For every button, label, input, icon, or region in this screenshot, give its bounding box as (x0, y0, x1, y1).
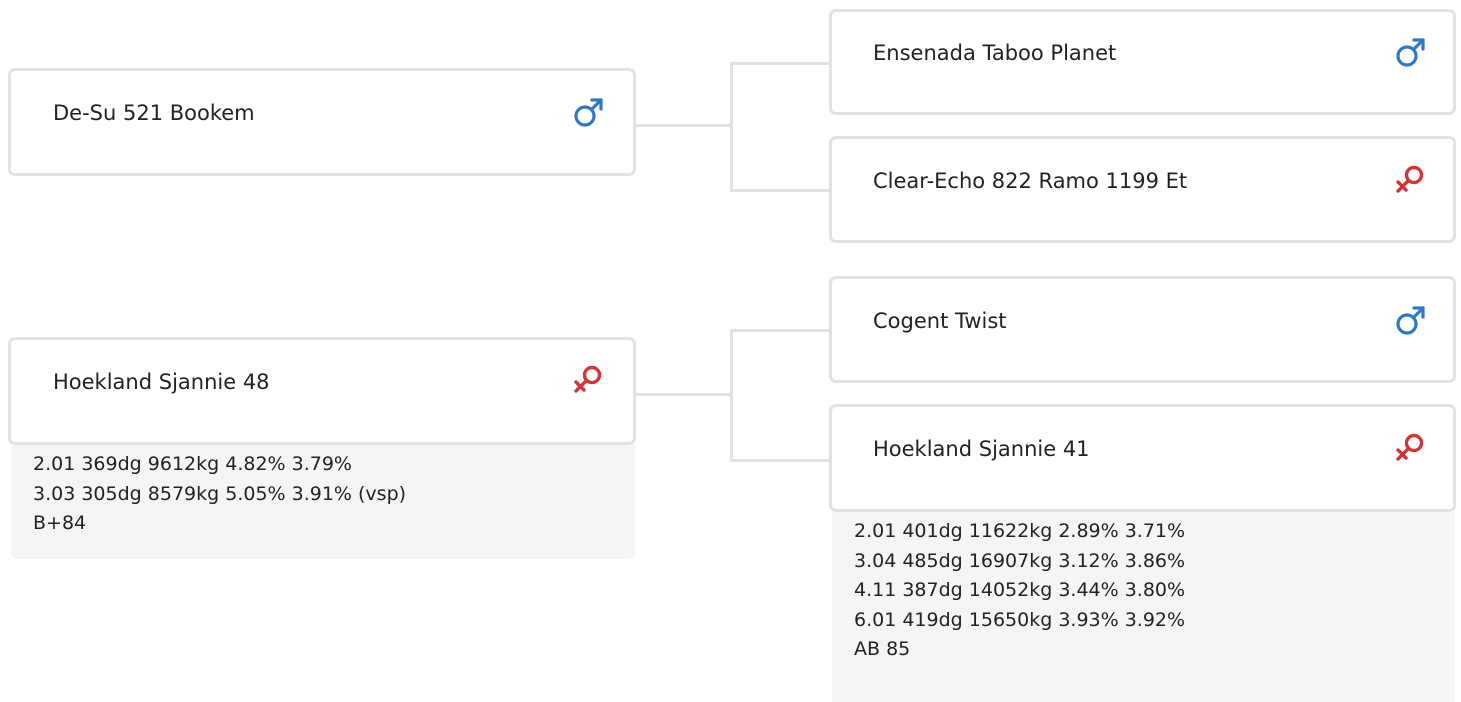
record-line: 2.01 369dg 9612kg 4.82% 3.79% (33, 453, 352, 475)
record-line: 6.01 419dg 15650kg 3.93% 3.92% (854, 608, 1186, 631)
male-symbol-icon (1393, 34, 1429, 70)
record-line: 2.01 401dg 11622kg 2.89% 3.71% (854, 520, 1186, 542)
pedigree-card-sire[interactable]: De-Su 521 Bookem (8, 68, 636, 176)
dam-production-records: 2.01 369dg 9612kg 4.82% 3.79% 3.03 305dg… (11, 445, 635, 559)
pedigree-card-maternal-granddam[interactable]: Hoekland Sjannie 41 (829, 404, 1456, 512)
animal-name: Ensenada Taboo Planet (873, 41, 1117, 65)
record-line: B+84 (33, 512, 87, 534)
connector-dam-vertical (730, 329, 733, 462)
female-symbol-icon (571, 362, 607, 398)
record-line: 3.04 485dg 16907kg 3.12% 3.86% (854, 549, 1186, 572)
record-line: 3.03 305dg 8579kg 5.05% 3.91% (vsp) (33, 482, 407, 505)
connector-sire-vertical (730, 62, 733, 192)
male-symbol-icon (1393, 302, 1429, 338)
pedigree-card-paternal-grandsire[interactable]: Ensenada Taboo Planet (829, 9, 1456, 115)
connector-dam-to-top (730, 329, 831, 332)
pedigree-card-dam[interactable]: Hoekland Sjannie 48 (8, 337, 636, 445)
connector-sire-horizontal (636, 124, 732, 127)
record-line: AB 85 (854, 638, 911, 660)
animal-name: Hoekland Sjannie 41 (873, 437, 1090, 461)
maternal-granddam-production-records: 2.01 401dg 11622kg 2.89% 3.71% 3.04 485d… (832, 512, 1455, 702)
animal-name: Cogent Twist (873, 309, 1007, 333)
female-symbol-icon (1393, 162, 1429, 198)
connector-sire-to-bottom (730, 189, 831, 192)
connector-dam-to-bottom (730, 459, 831, 462)
female-symbol-icon (1393, 430, 1429, 466)
male-symbol-icon (571, 94, 607, 130)
record-line: 4.11 387dg 14052kg 3.44% 3.80% (854, 579, 1186, 601)
animal-name: Clear-Echo 822 Ramo 1199 Et (873, 169, 1188, 193)
pedigree-card-maternal-grandsire[interactable]: Cogent Twist (829, 276, 1456, 383)
connector-dam-horizontal (636, 393, 732, 396)
pedigree-card-paternal-granddam[interactable]: Clear-Echo 822 Ramo 1199 Et (829, 136, 1456, 243)
animal-name: De-Su 521 Bookem (53, 101, 255, 125)
connector-sire-to-top (730, 62, 831, 65)
animal-name: Hoekland Sjannie 48 (53, 370, 270, 394)
